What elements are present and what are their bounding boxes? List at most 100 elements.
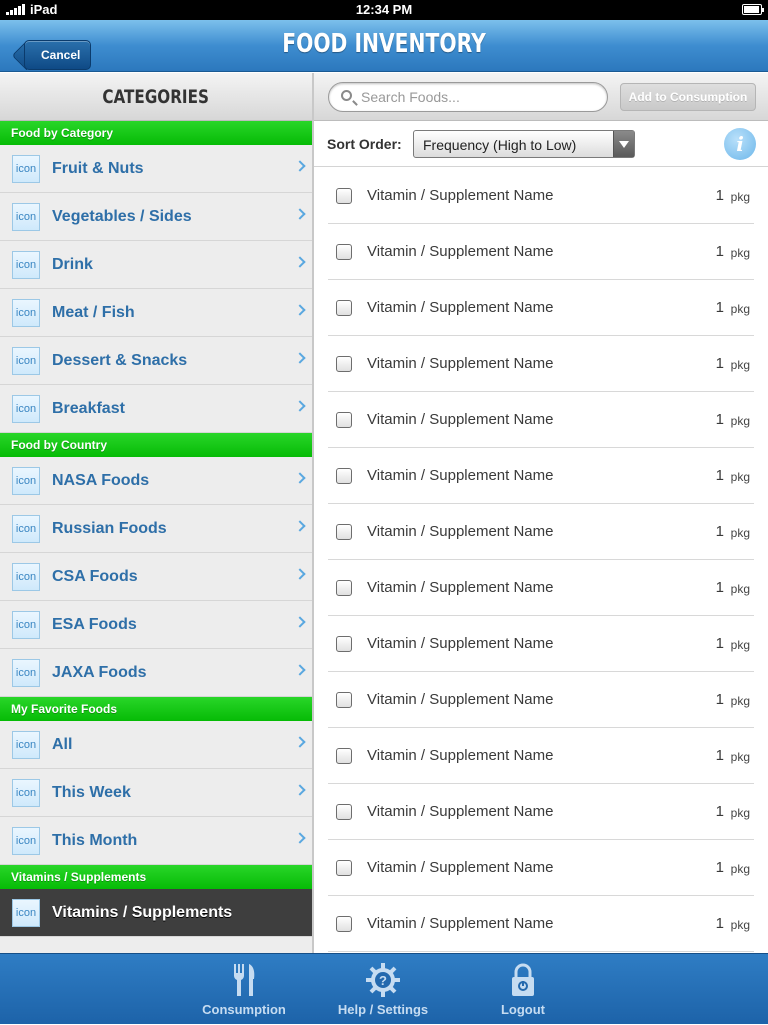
item-checkbox[interactable] — [336, 916, 352, 932]
sidebar-item-nasa-foods[interactable]: icon NASA Foods — [0, 457, 312, 505]
chevron-right-icon — [294, 664, 306, 676]
item-checkbox[interactable] — [336, 636, 352, 652]
item-checkbox[interactable] — [336, 804, 352, 820]
section-header: Food by Country — [0, 433, 312, 457]
chevron-right-icon — [294, 304, 306, 316]
section-header: Food by Category — [0, 121, 312, 145]
list-item[interactable]: Vitamin / Supplement Name 1 pkg — [328, 728, 754, 784]
list-item[interactable]: Vitamin / Supplement Name 1 pkg — [328, 168, 754, 224]
item-quantity: 1 — [715, 355, 724, 372]
item-checkbox[interactable] — [336, 692, 352, 708]
sidebar-item-this-week[interactable]: icon This Week — [0, 769, 312, 817]
item-checkbox[interactable] — [336, 580, 352, 596]
category-icon: icon — [12, 395, 40, 423]
list-item[interactable]: Vitamin / Supplement Name 1 pkg — [328, 448, 754, 504]
page-title: FOOD INVENTORY — [282, 29, 486, 59]
sidebar-item-label: ESA Foods — [52, 616, 137, 633]
item-quantity: 1 — [715, 691, 724, 708]
section-header: My Favorite Foods — [0, 697, 312, 721]
item-checkbox[interactable] — [336, 188, 352, 204]
list-item[interactable]: Vitamin / Supplement Name 1 pkg — [328, 672, 754, 728]
item-checkbox[interactable] — [336, 524, 352, 540]
item-unit: pkg — [730, 302, 750, 316]
search-input[interactable] — [361, 87, 601, 107]
sidebar-item-vitamins-supplements[interactable]: icon Vitamins / Supplements — [0, 889, 312, 937]
list-item[interactable]: Vitamin / Supplement Name 1 pkg — [328, 224, 754, 280]
list-item[interactable]: Vitamin / Supplement Name 1 pkg — [328, 784, 754, 840]
category-icon: icon — [12, 203, 40, 231]
item-quantity: 1 — [715, 523, 724, 540]
cancel-button[interactable]: Cancel — [24, 40, 92, 70]
chevron-right-icon — [294, 472, 306, 484]
item-quantity: 1 — [715, 299, 724, 316]
add-to-consumption-button[interactable]: Add to Consumption — [620, 83, 756, 111]
list-item[interactable]: Vitamin / Supplement Name 1 pkg — [328, 840, 754, 896]
info-icon[interactable]: i — [724, 128, 756, 160]
item-checkbox[interactable] — [336, 356, 352, 372]
svg-text:?: ? — [379, 973, 387, 988]
chevron-right-icon — [294, 352, 306, 364]
sidebar-item-russian-foods[interactable]: icon Russian Foods — [0, 505, 312, 553]
item-checkbox[interactable] — [336, 412, 352, 428]
sort-order-select[interactable]: Frequency (High to Low) — [413, 130, 635, 158]
tab-consumption[interactable]: Consumption — [174, 954, 314, 1025]
sidebar-item-fruit-nuts[interactable]: icon Fruit & Nuts — [0, 145, 312, 193]
sidebar-item-esa-foods[interactable]: icon ESA Foods — [0, 601, 312, 649]
item-quantity: 1 — [715, 859, 724, 876]
chevron-right-icon — [294, 256, 306, 268]
item-name: Vitamin / Supplement Name — [367, 299, 554, 316]
item-unit: pkg — [730, 638, 750, 652]
sidebar-item-breakfast[interactable]: icon Breakfast — [0, 385, 312, 433]
tab-help-settings[interactable]: ? Help / Settings — [313, 954, 453, 1025]
sidebar-item-all[interactable]: icon All — [0, 721, 312, 769]
chevron-right-icon — [294, 520, 306, 532]
sidebar-item-vegetables-sides[interactable]: icon Vegetables / Sides — [0, 193, 312, 241]
sidebar-item-dessert-snacks[interactable]: icon Dessert & Snacks — [0, 337, 312, 385]
item-checkbox[interactable] — [336, 748, 352, 764]
food-list: Vitamin / Supplement Name 1 pkg Vitamin / S… — [328, 168, 754, 952]
sidebar-item-csa-foods[interactable]: icon CSA Foods — [0, 553, 312, 601]
food-list-panel: Add to Consumption Sort Order: Frequency… — [314, 73, 768, 953]
item-checkbox[interactable] — [336, 300, 352, 316]
list-item[interactable]: Vitamin / Supplement Name 1 pkg — [328, 392, 754, 448]
sidebar-item-label: Vegetables / Sides — [52, 208, 192, 225]
item-unit: pkg — [730, 918, 750, 932]
item-name: Vitamin / Supplement Name — [367, 691, 554, 708]
sidebar-item-this-month[interactable]: icon This Month — [0, 817, 312, 865]
item-name: Vitamin / Supplement Name — [367, 635, 554, 652]
list-item[interactable]: Vitamin / Supplement Name 1 pkg — [328, 504, 754, 560]
sidebar-item-jaxa-foods[interactable]: icon JAXA Foods — [0, 649, 312, 697]
chevron-right-icon — [294, 832, 306, 844]
item-name: Vitamin / Supplement Name — [367, 915, 554, 932]
item-unit: pkg — [730, 358, 750, 372]
list-item[interactable]: Vitamin / Supplement Name 1 pkg — [328, 896, 754, 952]
sidebar-item-drink[interactable]: icon Drink — [0, 241, 312, 289]
list-item[interactable]: Vitamin / Supplement Name 1 pkg — [328, 280, 754, 336]
list-item[interactable]: Vitamin / Supplement Name 1 pkg — [328, 336, 754, 392]
sidebar-item-meat-fish[interactable]: icon Meat / Fish — [0, 289, 312, 337]
lock-icon — [512, 963, 534, 996]
search-field[interactable] — [328, 82, 608, 112]
item-unit: pkg — [730, 750, 750, 764]
item-checkbox[interactable] — [336, 244, 352, 260]
item-name: Vitamin / Supplement Name — [367, 355, 554, 372]
category-icon: icon — [12, 299, 40, 327]
category-icon: icon — [12, 827, 40, 855]
tab-logout[interactable]: Logout — [453, 954, 593, 1025]
category-icon: icon — [12, 515, 40, 543]
list-item[interactable]: Vitamin / Supplement Name 1 pkg — [328, 560, 754, 616]
item-checkbox[interactable] — [336, 468, 352, 484]
item-unit: pkg — [730, 806, 750, 820]
section-header: Vitamins / Supplements — [0, 865, 312, 889]
list-item[interactable]: Vitamin / Supplement Name 1 pkg — [328, 616, 754, 672]
item-quantity: 1 — [715, 579, 724, 596]
tab-label: Help / Settings — [337, 1002, 429, 1017]
sidebar-item-label: This Month — [52, 832, 138, 849]
item-quantity: 1 — [715, 747, 724, 764]
tab-label: Logout — [500, 1002, 546, 1017]
item-unit: pkg — [730, 694, 750, 708]
item-checkbox[interactable] — [336, 860, 352, 876]
gear-help-icon: ? — [366, 963, 400, 997]
sort-bar: Sort Order: Frequency (High to Low) i — [314, 121, 768, 167]
category-icon: icon — [12, 659, 40, 687]
